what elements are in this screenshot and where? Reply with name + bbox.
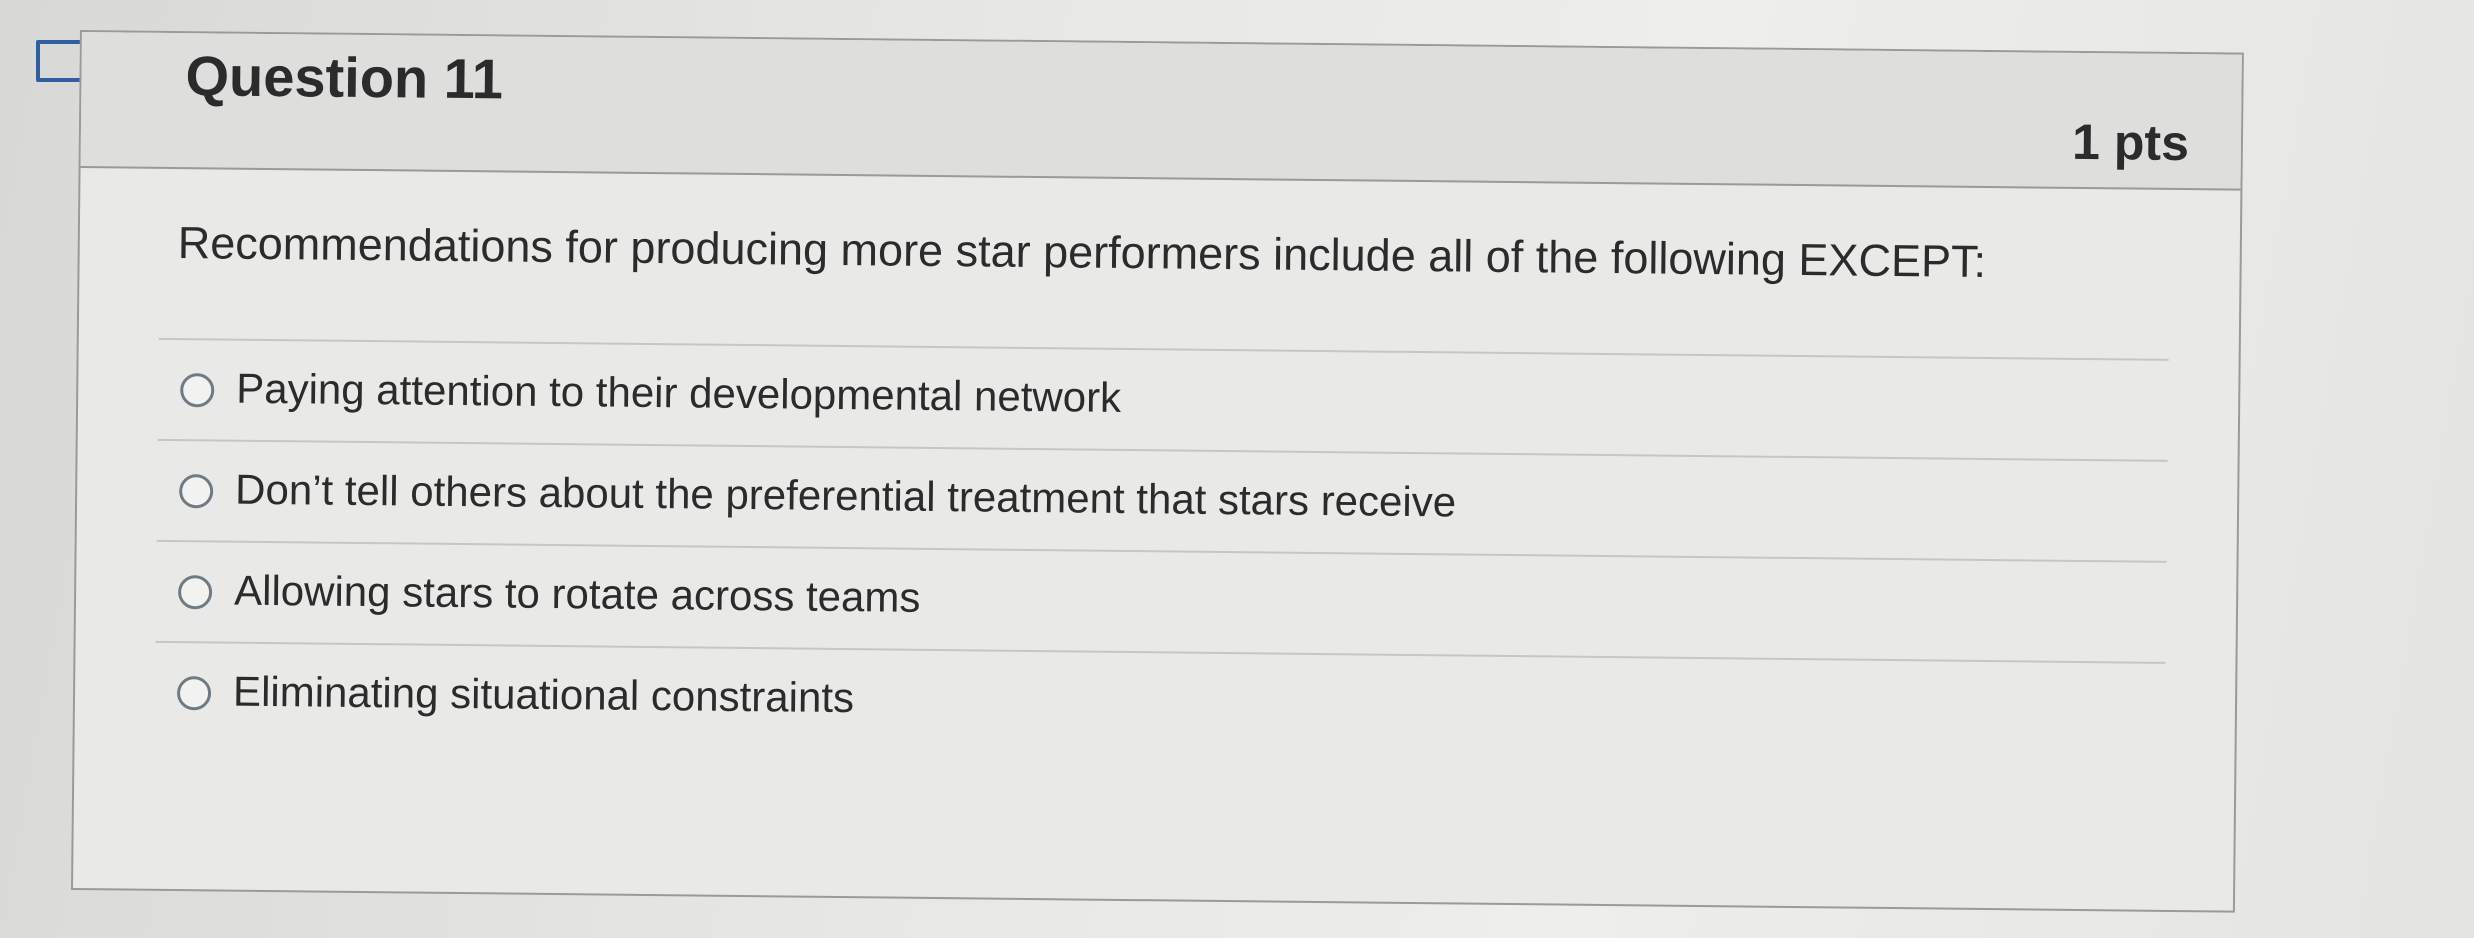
radio-button-icon[interactable] xyxy=(177,575,213,610)
answer-option-4[interactable]: Eliminating situational constraints xyxy=(154,640,2166,763)
radio-button-icon[interactable] xyxy=(176,676,212,711)
answer-label[interactable]: Don’t tell others about the preferential… xyxy=(235,466,1456,527)
answer-label[interactable]: Allowing stars to rotate across teams xyxy=(234,567,921,622)
answer-label[interactable]: Eliminating situational constraints xyxy=(233,668,854,723)
question-title: Question 11 xyxy=(185,44,504,111)
radio-button-icon[interactable] xyxy=(178,474,214,509)
answer-list: Paying attention to their developmental … xyxy=(154,337,2169,763)
question-header: Question 11 1 pts xyxy=(80,32,2242,191)
question-points: 1 pts xyxy=(2071,113,2190,172)
answer-label[interactable]: Paying attention to their developmental … xyxy=(236,365,1121,422)
question-text: Recommendations for producing more star … xyxy=(177,217,1987,287)
radio-button-icon[interactable] xyxy=(180,373,215,408)
question-card: Question 11 1 pts Recommendations for pr… xyxy=(70,30,2244,913)
